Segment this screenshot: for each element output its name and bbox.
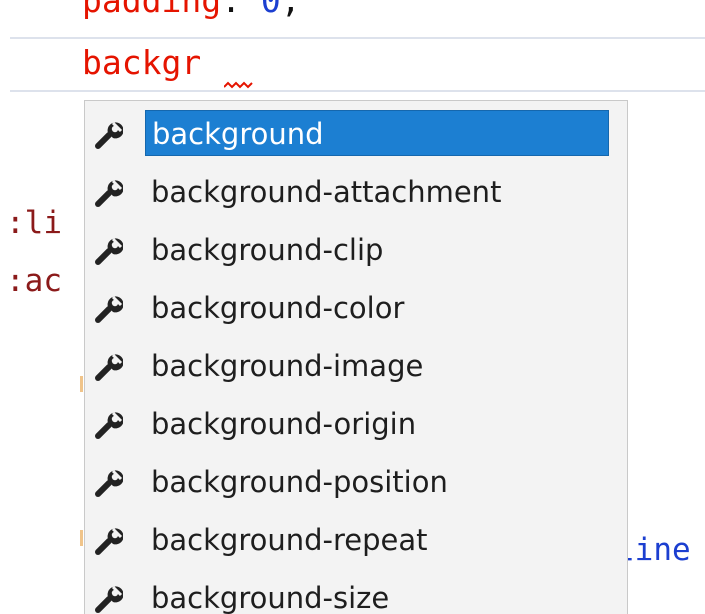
- completion-item-background-image[interactable]: background-image: [85, 336, 627, 394]
- css-property-value: 0: [260, 0, 281, 20]
- wrench-icon: [95, 121, 123, 149]
- completion-list: background background-attachment backgro…: [85, 101, 627, 614]
- intellisense-completion-popup[interactable]: background background-attachment backgro…: [84, 100, 628, 614]
- code-line-previous[interactable]: padding: 0;: [82, 0, 301, 21]
- completion-item-label: background: [145, 110, 609, 156]
- wrench-icon: [95, 411, 123, 439]
- completion-item-label: background-image: [151, 349, 424, 383]
- css-property-name: padding: [82, 0, 222, 20]
- wrench-icon: [95, 469, 123, 497]
- completion-item-background[interactable]: background: [85, 104, 627, 162]
- completion-item-label: background-attachment: [151, 175, 502, 209]
- code-editor[interactable]: padding: 0; backgr :li :ac line backgrou…: [0, 0, 705, 614]
- completion-item-label: background-color: [151, 291, 405, 325]
- error-squiggle-icon: [224, 81, 253, 89]
- background-code-fragment: :ac: [6, 263, 62, 299]
- wrench-icon: [95, 295, 123, 323]
- completion-item-label: background-position: [151, 465, 448, 499]
- completion-item-background-color[interactable]: background-color: [85, 278, 627, 336]
- completion-item-label: background-size: [151, 581, 390, 614]
- background-code-fragment: [80, 530, 83, 546]
- wrench-icon: [95, 237, 123, 265]
- code-line-current[interactable]: backgr: [82, 43, 201, 83]
- background-code-fragment: :li: [6, 205, 62, 241]
- completion-item-background-attachment[interactable]: background-attachment: [85, 162, 627, 220]
- wrench-icon: [95, 353, 123, 381]
- css-semicolon: ;: [280, 0, 301, 20]
- completion-item-background-repeat[interactable]: background-repeat: [85, 510, 627, 568]
- current-line-border-bottom: [10, 90, 705, 92]
- css-colon: :: [221, 0, 241, 20]
- current-line-border-top: [10, 37, 705, 39]
- completion-item-background-clip[interactable]: background-clip: [85, 220, 627, 278]
- completion-item-background-size[interactable]: background-size: [85, 568, 627, 614]
- completion-item-background-position[interactable]: background-position: [85, 452, 627, 510]
- wrench-icon: [95, 527, 123, 555]
- background-code-fragment: [80, 376, 83, 392]
- wrench-icon: [95, 585, 123, 613]
- completion-item-label: background-clip: [151, 233, 384, 267]
- completion-item-background-origin[interactable]: background-origin: [85, 394, 627, 452]
- completion-item-label: background-origin: [151, 407, 417, 441]
- completion-item-label: background-repeat: [151, 523, 428, 557]
- wrench-icon: [95, 179, 123, 207]
- typed-text: backgr: [82, 43, 202, 82]
